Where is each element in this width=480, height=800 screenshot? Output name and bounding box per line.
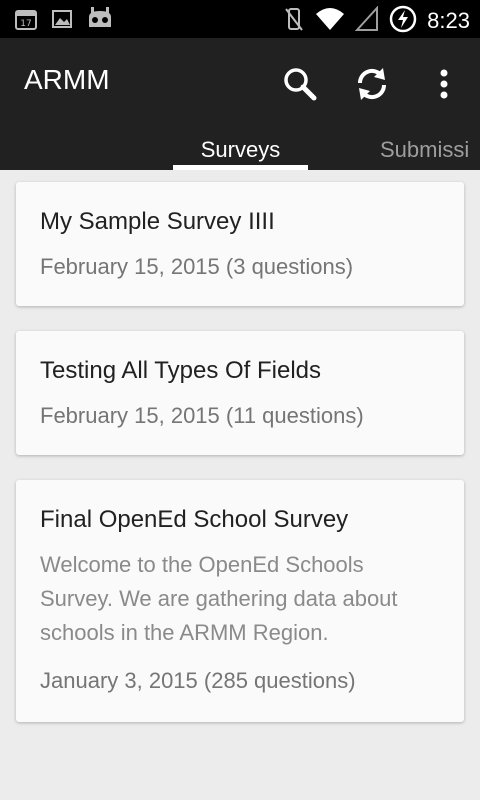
survey-list: My Sample Survey IIII February 15, 2015 … xyxy=(0,170,480,800)
survey-meta: January 3, 2015 (285 questions) xyxy=(40,668,356,693)
battery-charging-icon xyxy=(389,5,417,37)
wifi-icon xyxy=(315,6,345,36)
mute-vibrate-icon xyxy=(283,6,305,36)
search-button[interactable] xyxy=(276,60,324,108)
tab-submissions[interactable]: Submissi xyxy=(380,130,480,170)
survey-card[interactable]: My Sample Survey IIII February 15, 2015 … xyxy=(16,182,464,306)
cyanogenmod-icon xyxy=(86,7,114,35)
survey-card[interactable]: Testing All Types Of Fields February 15,… xyxy=(16,331,464,455)
calendar-icon: 17 xyxy=(14,7,38,35)
search-icon xyxy=(284,68,317,101)
image-icon xyxy=(50,7,74,35)
survey-description: Welcome to the OpenEd Schools Survey. We… xyxy=(40,552,398,645)
overflow-menu-button[interactable] xyxy=(420,60,468,108)
tab-submissions-label: Submissi xyxy=(380,137,470,162)
survey-title: Final OpenEd School Survey xyxy=(40,506,349,533)
signal-icon xyxy=(354,5,379,36)
survey-card[interactable]: Final OpenEd School Survey Welcome to th… xyxy=(16,480,464,722)
survey-title: Testing All Types Of Fields xyxy=(40,357,322,384)
app-bar: ARMM Surveys Submissi xyxy=(0,38,480,170)
survey-meta: February 15, 2015 (11 questions) xyxy=(40,403,364,428)
status-time: 8:23 xyxy=(427,8,470,33)
status-bar: 17 8:23 xyxy=(0,0,480,38)
tab-surveys[interactable]: Surveys xyxy=(173,130,308,170)
survey-title: My Sample Survey IIII xyxy=(40,208,275,235)
survey-meta: February 15, 2015 (3 questions) xyxy=(40,254,354,279)
tab-surveys-label: Surveys xyxy=(200,137,281,162)
refresh-button[interactable] xyxy=(348,60,396,108)
refresh-icon xyxy=(357,68,387,100)
app-title: ARMM xyxy=(24,64,110,95)
overflow-menu-icon xyxy=(440,69,448,99)
svg-text:17: 17 xyxy=(20,19,31,29)
tab-bar: Surveys Submissi xyxy=(0,130,480,170)
